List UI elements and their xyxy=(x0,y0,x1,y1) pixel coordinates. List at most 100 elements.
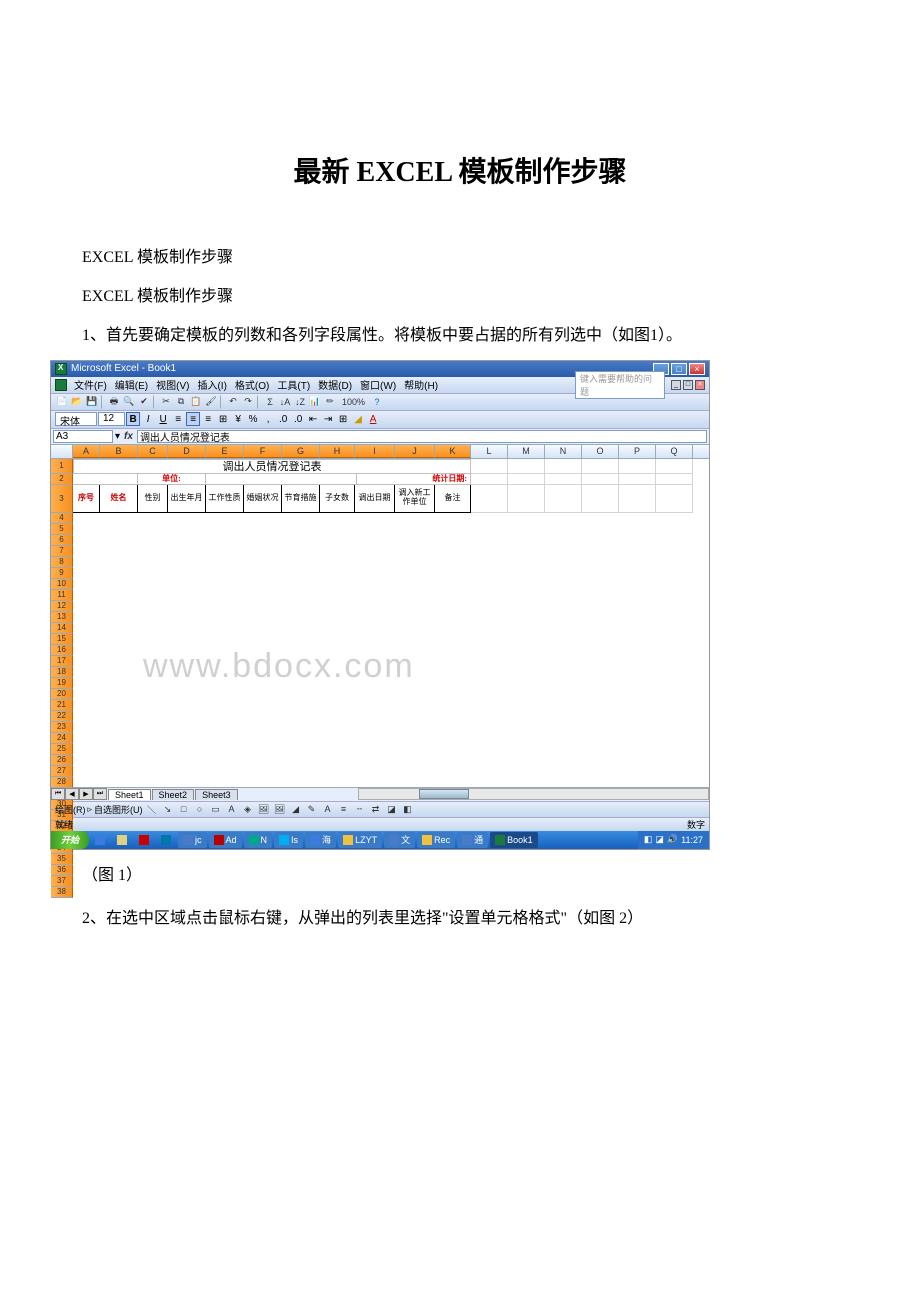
fill-color-icon[interactable]: ◢ xyxy=(351,412,365,426)
dash-style-icon[interactable]: ╌ xyxy=(353,802,367,816)
cut-icon[interactable]: ✂ xyxy=(159,395,173,409)
comma-icon[interactable]: , xyxy=(261,412,275,426)
row-header[interactable]: 14 xyxy=(51,623,73,634)
autosum-icon[interactable]: Σ xyxy=(263,395,277,409)
menu-insert[interactable]: 插入(I) xyxy=(194,377,229,392)
font-size-box[interactable]: 12 xyxy=(98,412,125,426)
col-header-M[interactable]: M xyxy=(508,445,545,458)
chart-icon[interactable]: 📊 xyxy=(308,395,322,409)
sheet-tab-1[interactable]: Sheet1 xyxy=(108,789,151,800)
percent-icon[interactable]: % xyxy=(246,412,260,426)
formula-content[interactable]: 调出人员情况登记表 xyxy=(137,430,707,443)
menu-format[interactable]: 格式(O) xyxy=(232,377,272,392)
line-icon[interactable]: ＼ xyxy=(145,802,159,816)
row-header[interactable]: 8 xyxy=(51,557,73,568)
line-style-icon[interactable]: ≡ xyxy=(337,802,351,816)
col-header-Q[interactable]: Q xyxy=(656,445,693,458)
row-header[interactable]: 17 xyxy=(51,656,73,667)
paste-icon[interactable]: 📋 xyxy=(189,395,203,409)
arrow-style-icon[interactable]: ⇄ xyxy=(369,802,383,816)
help-icon[interactable]: ? xyxy=(370,395,384,409)
tab-nav-next-icon[interactable]: ▶ xyxy=(79,788,93,800)
start-button[interactable]: 开始 xyxy=(51,831,89,849)
sheet-tab-2[interactable]: Sheet2 xyxy=(152,789,195,800)
increase-decimal-icon[interactable]: .0 xyxy=(276,412,290,426)
col-header-D[interactable]: D xyxy=(168,445,206,458)
row-header[interactable]: 13 xyxy=(51,612,73,623)
increase-indent-icon[interactable]: ⇥ xyxy=(321,412,335,426)
sort-desc-icon[interactable]: ↓Z xyxy=(293,395,307,409)
new-icon[interactable]: 📄 xyxy=(55,395,69,409)
col-header-H[interactable]: H xyxy=(320,445,355,458)
merge-center-icon[interactable]: ⊞ xyxy=(216,412,230,426)
print-icon[interactable]: 🖶 xyxy=(107,395,121,409)
horizontal-scrollbar[interactable] xyxy=(358,788,709,800)
oval-icon[interactable]: ○ xyxy=(193,802,207,816)
row-header[interactable]: 18 xyxy=(51,667,73,678)
tray-icon[interactable]: ◧ xyxy=(644,834,653,845)
col-header-B[interactable]: B xyxy=(100,445,138,458)
tab-nav-first-icon[interactable]: ⏮ xyxy=(51,788,65,800)
row-header[interactable]: 24 xyxy=(51,733,73,744)
col-header-K[interactable]: K xyxy=(435,445,471,458)
workbook-minimize-button[interactable]: _ xyxy=(671,380,681,390)
scrollbar-thumb[interactable] xyxy=(419,789,469,799)
textbox-icon[interactable]: ▭ xyxy=(209,802,223,816)
tab-nav-last-icon[interactable]: ⏭ xyxy=(93,788,107,800)
align-center-icon[interactable]: ≡ xyxy=(186,412,200,426)
clipart-icon[interactable]: 🖼 xyxy=(257,802,271,816)
borders-icon[interactable]: ⊞ xyxy=(336,412,350,426)
col-header-G[interactable]: G xyxy=(282,445,320,458)
row-header[interactable]: 15 xyxy=(51,634,73,645)
row-header[interactable]: 5 xyxy=(51,524,73,535)
taskbar-item[interactable]: LZYT xyxy=(338,832,382,848)
row-header[interactable]: 25 xyxy=(51,744,73,755)
col-header-C[interactable]: C xyxy=(138,445,168,458)
system-tray[interactable]: ◧ ◪ 🔊 11:27 xyxy=(638,831,709,849)
row-header[interactable]: 22 xyxy=(51,711,73,722)
row-header[interactable]: 28 xyxy=(51,777,73,788)
row-header[interactable]: 4 xyxy=(51,513,73,524)
3d-icon[interactable]: ◧ xyxy=(401,802,415,816)
wordart-icon[interactable]: A xyxy=(225,802,239,816)
align-right-icon[interactable]: ≡ xyxy=(201,412,215,426)
row-header[interactable]: 23 xyxy=(51,722,73,733)
col-header-O[interactable]: O xyxy=(582,445,619,458)
shadow-icon[interactable]: ◪ xyxy=(385,802,399,816)
zoom-box[interactable]: 100% xyxy=(338,395,369,409)
diagram-icon[interactable]: ◈ xyxy=(241,802,255,816)
row-header-2[interactable]: 2 xyxy=(51,474,73,485)
autoshapes-menu[interactable]: 自选图形(U) xyxy=(94,803,143,816)
row-header-1[interactable]: 1 xyxy=(51,459,73,474)
row-header-3[interactable]: 3 xyxy=(51,485,73,513)
row-header[interactable]: 10 xyxy=(51,579,73,590)
maximize-button[interactable]: □ xyxy=(671,363,687,375)
currency-icon[interactable]: ¥ xyxy=(231,412,245,426)
quicklaunch-item[interactable] xyxy=(134,832,154,848)
preview-icon[interactable]: 🔍 xyxy=(122,395,136,409)
col-header-E[interactable]: E xyxy=(206,445,244,458)
taskbar-item[interactable]: Is xyxy=(274,832,303,848)
sheet-tab-3[interactable]: Sheet3 xyxy=(195,789,238,800)
col-header-L[interactable]: L xyxy=(471,445,508,458)
menu-view[interactable]: 视图(V) xyxy=(153,377,192,392)
menu-edit[interactable]: 编辑(E) xyxy=(112,377,151,392)
undo-icon[interactable]: ↶ xyxy=(226,395,240,409)
save-icon[interactable]: 💾 xyxy=(85,395,99,409)
sheet-title-cell[interactable]: 调出人员情况登记表 xyxy=(73,459,471,474)
row-header[interactable]: 37 xyxy=(51,876,73,887)
picture-icon[interactable]: 🖼 xyxy=(273,802,287,816)
col-header-N[interactable]: N xyxy=(545,445,582,458)
menu-tools[interactable]: 工具(T) xyxy=(274,377,313,392)
quicklaunch-ie-icon[interactable] xyxy=(90,832,110,848)
row-header[interactable]: 21 xyxy=(51,700,73,711)
taskbar-item[interactable]: Rec xyxy=(417,832,455,848)
rectangle-icon[interactable]: □ xyxy=(177,802,191,816)
bold-button[interactable]: B xyxy=(126,412,140,426)
decrease-decimal-icon[interactable]: .0 xyxy=(291,412,305,426)
select-objects-icon[interactable]: ▹ xyxy=(88,804,93,815)
col-header-P[interactable]: P xyxy=(619,445,656,458)
taskbar-item[interactable]: 通 xyxy=(457,832,488,848)
taskbar-item[interactable]: N xyxy=(244,832,273,848)
quicklaunch-item[interactable] xyxy=(156,832,176,848)
